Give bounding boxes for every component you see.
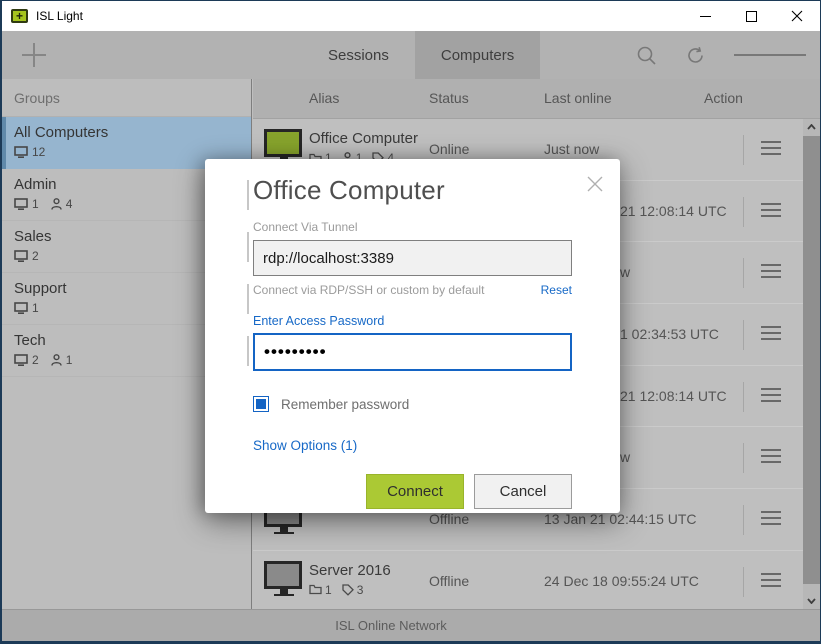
plus-icon[interactable] bbox=[22, 43, 46, 67]
computer-last-online: 24 Dec 18 09:55:24 UTC bbox=[544, 573, 699, 589]
password-input[interactable]: ••••••••• bbox=[253, 333, 572, 371]
reset-link[interactable]: Reset bbox=[541, 283, 572, 297]
scrollbar-thumb[interactable] bbox=[803, 136, 820, 584]
row-menu-icon[interactable] bbox=[761, 326, 787, 344]
monitor-icon bbox=[14, 302, 28, 314]
network-status-text: ISL Online Network bbox=[335, 618, 447, 633]
column-header-last-online[interactable]: Last online bbox=[544, 90, 612, 106]
count-label: 1 bbox=[32, 301, 39, 315]
row-menu-icon[interactable] bbox=[761, 511, 787, 529]
action-separator bbox=[743, 135, 744, 165]
cancel-button[interactable]: Cancel bbox=[474, 474, 572, 509]
table-header: Alias Status Last online Action bbox=[253, 79, 820, 119]
computer-last-online: Just now bbox=[544, 141, 599, 157]
main-tabs: SessionsComputers bbox=[302, 31, 540, 79]
computer-last-online-fragment: 21 12:08:14 UTC bbox=[620, 203, 727, 219]
count-label: 3 bbox=[357, 583, 364, 597]
dialog-close-icon[interactable] bbox=[586, 175, 604, 193]
tunnel-input[interactable]: rdp://localhost:3389 bbox=[253, 240, 572, 276]
app-icon: + bbox=[11, 9, 28, 23]
close-window-button[interactable] bbox=[774, 1, 820, 31]
remember-password-checkbox[interactable] bbox=[253, 396, 269, 412]
computer-status: Offline bbox=[429, 573, 469, 589]
person-icon bbox=[51, 354, 62, 366]
computer-last-online-fragment: 21 12:08:14 UTC bbox=[620, 388, 727, 404]
column-header-alias[interactable]: Alias bbox=[309, 90, 339, 106]
computer-last-online-fragment: 1 02:34:53 UTC bbox=[620, 326, 719, 342]
window-title: ISL Light bbox=[36, 9, 83, 23]
action-separator bbox=[743, 258, 744, 288]
computer-alias: Office Computer bbox=[309, 130, 418, 147]
tab-computers[interactable]: Computers bbox=[415, 31, 540, 79]
tunnel-hint: Connect via RDP/SSH or custom by default bbox=[253, 283, 484, 297]
menu-icon[interactable] bbox=[734, 51, 806, 59]
action-separator bbox=[743, 567, 744, 597]
tag-icon bbox=[342, 584, 354, 596]
computer-alias: Server 2016 bbox=[309, 562, 391, 579]
maximize-button[interactable] bbox=[728, 1, 774, 31]
group-item-handle bbox=[247, 336, 249, 366]
count-label: 12 bbox=[32, 145, 45, 159]
groups-header: Groups bbox=[2, 79, 251, 117]
show-options-link[interactable]: Show Options (1) bbox=[253, 438, 572, 453]
count-label: 2 bbox=[32, 353, 39, 367]
scroll-down-icon[interactable] bbox=[803, 593, 820, 609]
group-counts: 12 bbox=[14, 145, 251, 159]
remember-password-label: Remember password bbox=[281, 397, 409, 412]
monitor-icon bbox=[14, 146, 28, 158]
action-separator bbox=[743, 443, 744, 473]
row-menu-icon[interactable] bbox=[761, 449, 787, 467]
group-name: All Computers bbox=[14, 124, 251, 141]
count-label: 1 bbox=[32, 197, 39, 211]
password-dots: ••••••••• bbox=[264, 342, 327, 362]
person-icon bbox=[51, 198, 62, 210]
monitor-icon bbox=[14, 198, 28, 210]
column-header-status[interactable]: Status bbox=[429, 90, 469, 106]
action-separator bbox=[743, 197, 744, 227]
tab-sessions[interactable]: Sessions bbox=[302, 31, 415, 79]
connect-button[interactable]: Connect bbox=[366, 474, 464, 509]
monitor-icon bbox=[14, 354, 28, 366]
count-label: 1 bbox=[66, 353, 73, 367]
row-menu-icon[interactable] bbox=[761, 388, 787, 406]
group-item-handle bbox=[247, 284, 249, 314]
tunnel-value: rdp://localhost:3389 bbox=[263, 250, 394, 267]
count-label: 1 bbox=[325, 583, 332, 597]
connect-dialog: Office Computer Connect Via Tunnel rdp:/… bbox=[205, 159, 620, 513]
group-item-handle bbox=[247, 232, 249, 262]
title-bar: + ISL Light bbox=[2, 1, 820, 31]
monitor-icon bbox=[14, 250, 28, 262]
count-label: 2 bbox=[32, 249, 39, 263]
computer-last-online: 13 Jan 21 02:44:15 UTC bbox=[544, 511, 697, 527]
column-header-action: Action bbox=[704, 90, 743, 106]
computer-row[interactable]: Server 2016 13 Offline 24 Dec 18 09:55:2… bbox=[253, 551, 803, 609]
action-separator bbox=[743, 505, 744, 535]
isl-light-window: + ISL Light SessionsComputers bbox=[0, 0, 821, 644]
minimize-button[interactable] bbox=[682, 1, 728, 31]
row-menu-icon[interactable] bbox=[761, 141, 787, 159]
tunnel-label: Connect Via Tunnel bbox=[253, 220, 572, 234]
status-bar: ISL Online Network bbox=[2, 609, 820, 641]
group-item-handle bbox=[247, 180, 249, 210]
action-separator bbox=[743, 320, 744, 350]
computer-last-online-fragment: w bbox=[620, 264, 630, 280]
computer-icon bbox=[264, 561, 304, 601]
row-menu-icon[interactable] bbox=[761, 573, 787, 591]
computer-status: Online bbox=[429, 141, 469, 157]
password-label[interactable]: Enter Access Password bbox=[253, 314, 572, 328]
search-icon[interactable] bbox=[636, 45, 657, 66]
folder-icon bbox=[309, 584, 322, 595]
computer-badges: 13 bbox=[309, 583, 370, 597]
computer-status: Offline bbox=[429, 511, 469, 527]
count-label: 4 bbox=[66, 197, 73, 211]
row-menu-icon[interactable] bbox=[761, 264, 787, 282]
row-menu-icon[interactable] bbox=[761, 203, 787, 221]
scroll-up-icon[interactable] bbox=[803, 119, 820, 135]
computer-last-online-fragment: w bbox=[620, 449, 630, 465]
toolbar: SessionsComputers bbox=[2, 31, 820, 79]
action-separator bbox=[743, 382, 744, 412]
refresh-icon[interactable] bbox=[685, 45, 706, 66]
vertical-scrollbar[interactable] bbox=[803, 119, 820, 609]
dialog-title: Office Computer bbox=[253, 175, 572, 206]
